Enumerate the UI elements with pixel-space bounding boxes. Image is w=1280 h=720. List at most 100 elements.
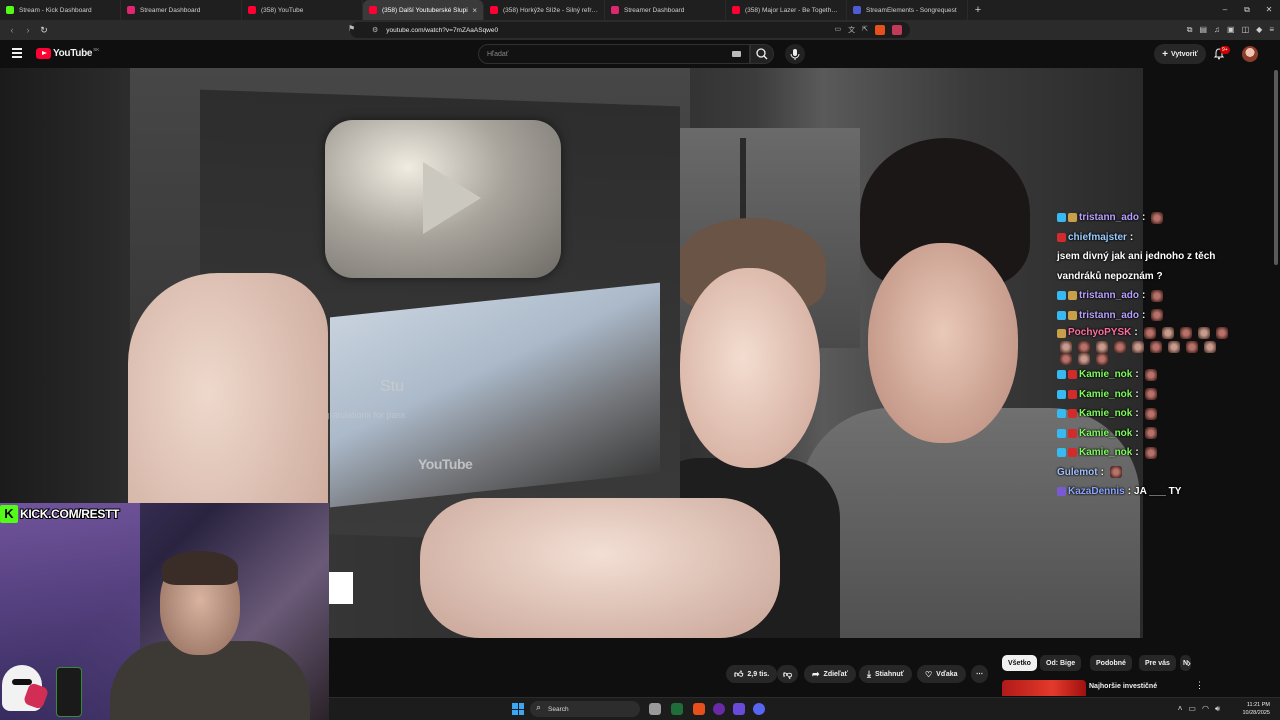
volume-icon[interactable]: 🔊︎ bbox=[1215, 704, 1220, 714]
search-button[interactable] bbox=[750, 44, 774, 64]
chat-separator: : bbox=[1142, 309, 1146, 321]
site-settings-icon[interactable]: ⚙ bbox=[372, 26, 378, 34]
wifi-icon[interactable]: ◠ bbox=[1202, 704, 1209, 714]
chat-emote-icon bbox=[1096, 341, 1108, 353]
chat-username[interactable]: PochyoPYSK bbox=[1068, 325, 1131, 341]
account-avatar[interactable] bbox=[1242, 46, 1258, 62]
thanks-button[interactable]: ♡ Vďaka bbox=[917, 665, 966, 683]
browser-tab[interactable]: (358) Major Lazer - Be Together (fea bbox=[726, 0, 847, 20]
file-explorer-icon[interactable] bbox=[649, 703, 661, 715]
url-field[interactable]: ⚑ ⚙ youtube.com/watch?v=7mZAaASqwe0 ▭ 文 … bbox=[348, 22, 910, 38]
browser-tab[interactable]: Streamer Dashboard bbox=[121, 0, 242, 20]
chat-emote-icon bbox=[1060, 341, 1072, 353]
chat-username[interactable]: Kamie_nok bbox=[1079, 424, 1132, 444]
filter-chip-similar[interactable]: Podobné bbox=[1090, 655, 1132, 671]
chat-username[interactable]: tristann_ado bbox=[1079, 208, 1139, 228]
rewards-icon[interactable] bbox=[892, 25, 902, 35]
browser-tab[interactable]: StreamElements - Songrequest bbox=[847, 0, 968, 20]
maximize-icon[interactable]: ⧉ bbox=[1236, 0, 1258, 20]
back-icon[interactable]: ‹ bbox=[4, 25, 20, 35]
browser-tab[interactable]: (358) Horkýže Slíže - Silný refrén [ofi bbox=[484, 0, 605, 20]
chat-username[interactable]: Gulemot bbox=[1057, 463, 1098, 483]
music-icon[interactable]: ♫ bbox=[1214, 22, 1220, 38]
country-code: SK bbox=[93, 47, 100, 52]
tabs-icon[interactable]: ▣ bbox=[1227, 22, 1235, 38]
chat-username[interactable]: Kamie_nok bbox=[1079, 365, 1132, 385]
chat-username[interactable]: tristann_ado bbox=[1079, 306, 1139, 326]
voice-search-button[interactable] bbox=[785, 44, 805, 64]
browser-tab[interactable]: (358) Další Youtuberské Slupi × bbox=[363, 0, 484, 20]
search-icon bbox=[756, 48, 768, 60]
chat-emote-icon bbox=[1161, 327, 1174, 339]
chevron-up-icon[interactable]: ˄ bbox=[1178, 704, 1183, 714]
download-button[interactable]: ⤓ Stiahnuť bbox=[859, 665, 913, 683]
chat-emote-icon bbox=[1109, 466, 1122, 479]
browser-tab[interactable]: (358) YouTube bbox=[242, 0, 363, 20]
tab-favicon-icon bbox=[369, 6, 377, 14]
logo-text: YouTube bbox=[53, 48, 93, 59]
chat-separator: : bbox=[1142, 212, 1146, 223]
vpn-icon[interactable]: ◆ bbox=[1256, 22, 1262, 38]
address-bar: ‹ › ↻ ⚑ ⚙ youtube.com/watch?v=7mZAaASqwe… bbox=[0, 20, 1280, 40]
excel-icon[interactable] bbox=[671, 703, 683, 715]
tab-close-icon[interactable]: × bbox=[472, 6, 477, 15]
silver-play-button bbox=[325, 120, 561, 278]
search-input[interactable]: Hľadať bbox=[478, 44, 750, 64]
translate-icon[interactable]: 文 bbox=[848, 25, 855, 35]
chat-emote-icon bbox=[1144, 446, 1157, 459]
taskbar-clock[interactable]: 11:21 PM 10/28/2025 bbox=[1242, 701, 1270, 717]
brave-shield-icon[interactable] bbox=[875, 25, 885, 35]
minimize-icon[interactable]: – bbox=[1214, 0, 1236, 20]
chevron-right-icon[interactable]: › bbox=[1187, 656, 1191, 670]
more-actions-button[interactable]: ⋯ bbox=[971, 665, 988, 683]
reload-icon[interactable]: ↻ bbox=[36, 25, 52, 36]
chat-separator: : bbox=[1127, 486, 1132, 497]
brave-browser-icon[interactable] bbox=[693, 703, 705, 715]
discord-icon[interactable] bbox=[753, 703, 765, 715]
menu-icon[interactable]: ≡ bbox=[1269, 22, 1274, 38]
chat-username[interactable]: Kamie_nok bbox=[1079, 404, 1132, 424]
hamburger-menu-icon[interactable] bbox=[12, 48, 22, 58]
tab-label: Stream - Kick Dashboard bbox=[19, 6, 92, 14]
taskbar-search[interactable]: Search bbox=[530, 701, 640, 717]
obs-icon[interactable] bbox=[713, 703, 725, 715]
chat-username[interactable]: chiefmajster bbox=[1068, 228, 1127, 248]
cast-icon[interactable]: ▭ bbox=[835, 25, 842, 35]
youtube-logo[interactable]: YouTube SK bbox=[36, 47, 100, 59]
keyboard-icon[interactable] bbox=[732, 51, 741, 57]
recommendation-title[interactable]: Najhoršie investičné rozhodnutia, o...@D… bbox=[1089, 682, 1199, 692]
browser-tab[interactable]: Stream - Kick Dashboard bbox=[0, 0, 121, 20]
new-tab-button[interactable]: + bbox=[968, 4, 988, 16]
dislike-button[interactable]: 👎︎ bbox=[777, 665, 799, 683]
browser-tab[interactable]: Streamer Dashboard bbox=[605, 0, 726, 20]
chat-badge-icon bbox=[1068, 310, 1077, 320]
filter-chip-all[interactable]: Všetko bbox=[1002, 655, 1037, 671]
filter-chip-for-you[interactable]: Pre vás bbox=[1139, 655, 1176, 671]
chat-separator: : bbox=[1129, 231, 1134, 243]
recommendation-thumbnail[interactable] bbox=[1002, 680, 1086, 696]
close-icon[interactable]: ✕ bbox=[1258, 0, 1280, 20]
chat-username[interactable]: tristann_ado bbox=[1079, 286, 1139, 306]
tab-favicon-icon bbox=[732, 6, 740, 14]
filter-chip-from-bige[interactable]: Od: Bige bbox=[1040, 655, 1082, 671]
forward-icon[interactable]: › bbox=[20, 25, 36, 35]
recommendation-menu-icon[interactable]: ⋮ bbox=[1195, 680, 1204, 691]
chat-username[interactable]: KazaDennis bbox=[1068, 482, 1125, 502]
page-scrollbar[interactable] bbox=[1274, 70, 1278, 265]
chat-username[interactable]: Kamie_nok bbox=[1079, 385, 1132, 405]
network-icon[interactable]: ▭ bbox=[1188, 704, 1196, 714]
chat-badge-icon bbox=[1057, 487, 1066, 497]
sidebar-icon[interactable]: ▤ bbox=[1199, 22, 1207, 38]
share-button[interactable]: ➦ Zdieľať bbox=[804, 665, 856, 683]
twitch-icon[interactable] bbox=[733, 703, 745, 715]
video-actions-row: 👍︎ 2,9 tis. 👎︎ ➦ Zdieľať ⤓ Stiahnuť ♡ Vď… bbox=[329, 640, 1280, 696]
chat-badge-icon bbox=[1057, 428, 1066, 438]
wallet-icon[interactable]: ◫ bbox=[1242, 22, 1250, 38]
create-button[interactable]: + Vytvoriť bbox=[1154, 44, 1206, 64]
like-button[interactable]: 👍︎ 2,9 tis. bbox=[726, 665, 778, 683]
bookmark-icon[interactable]: ⚑ bbox=[348, 24, 355, 33]
extension-icon[interactable]: ⧉ bbox=[1187, 22, 1193, 38]
chat-username[interactable]: Kamie_nok bbox=[1079, 443, 1132, 463]
share-page-icon[interactable]: ⇱ bbox=[862, 25, 868, 35]
windows-start-icon[interactable] bbox=[512, 703, 524, 715]
